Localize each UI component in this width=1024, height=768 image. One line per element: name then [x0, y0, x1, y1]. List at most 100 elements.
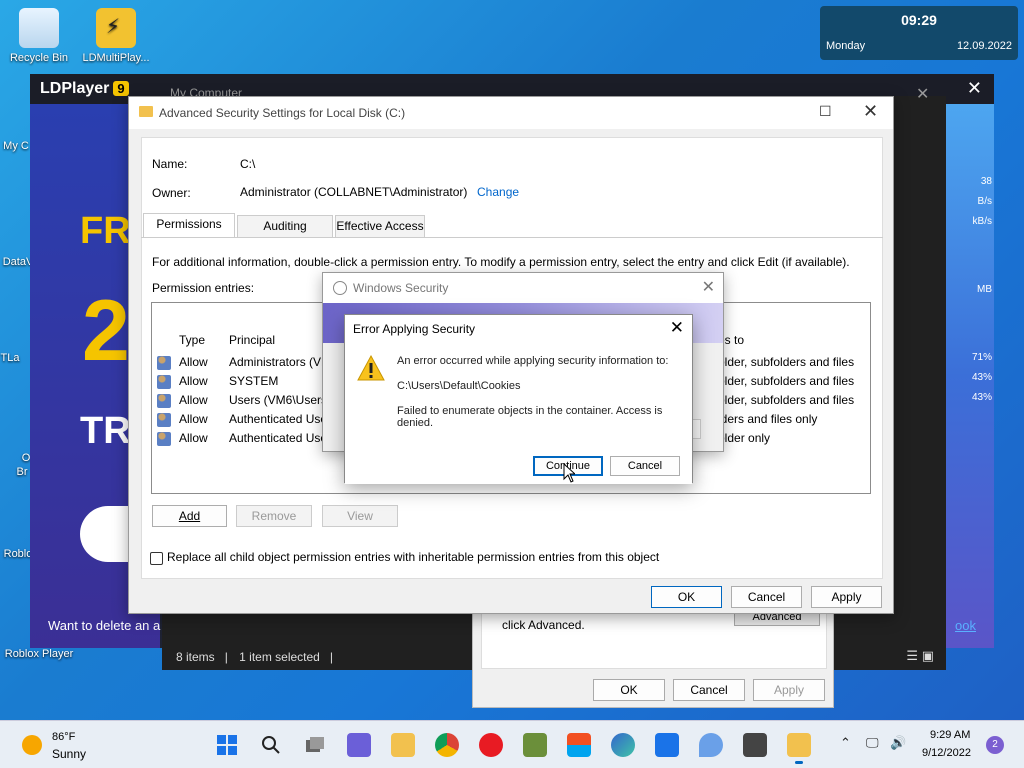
maximize-icon[interactable]: ☐	[819, 103, 832, 120]
cancel-button[interactable]: Cancel	[731, 586, 802, 608]
entry-applies: older, subfolders and files	[718, 355, 855, 369]
replace-checkbox[interactable]	[150, 552, 163, 565]
stat-value: 71%	[971, 352, 992, 363]
change-owner-link[interactable]: Change	[477, 185, 519, 199]
replace-label: Replace all child object permission entr…	[167, 550, 660, 564]
desktop-icon-label: LDMultiPlay...	[82, 52, 150, 64]
game-text-1: FR	[80, 210, 131, 252]
game-text-3: TR	[80, 410, 131, 452]
selected-count: 1 item selected	[239, 650, 320, 664]
name-label: Name:	[152, 157, 188, 171]
properties-dialog[interactable]: click Advanced. Advanced OK Cancel Apply	[472, 600, 834, 708]
close-icon[interactable]: ✕	[863, 101, 878, 122]
column-type[interactable]: Type	[179, 333, 205, 347]
desktop-icon-label: Recycle Bin	[9, 52, 69, 64]
taskbar-date[interactable]: 9/12/2022	[922, 747, 971, 759]
error-dialog[interactable]: Error Applying Security ✕ An error occur…	[344, 314, 693, 484]
explorer-close-icon[interactable]: ✕	[916, 84, 929, 104]
item-count: 8 items	[176, 650, 215, 664]
entry-type: Allow	[179, 412, 208, 426]
error-line-1: An error occurred while applying securit…	[397, 355, 669, 367]
ldmultiplayer-icon	[96, 8, 136, 48]
view-button[interactable]: View	[322, 505, 398, 527]
entry-type: Allow	[179, 393, 208, 407]
entry-applies: older, subfolders and files	[718, 374, 855, 388]
tiles-view-icon[interactable]: ▣	[922, 648, 934, 663]
entry-applies: older only	[718, 431, 771, 445]
error-cancel-button[interactable]: Cancel	[610, 456, 680, 476]
entry-type: Allow	[179, 374, 208, 388]
entry-type: Allow	[179, 431, 208, 445]
ldplayer-version-badge: 9	[113, 81, 129, 96]
search-icon[interactable]	[259, 733, 283, 757]
ok-button[interactable]: OK	[651, 586, 722, 608]
drop-icon[interactable]	[699, 733, 723, 757]
remove-button[interactable]: Remove	[236, 505, 312, 527]
folder-icon[interactable]	[787, 733, 811, 764]
tab-permissions[interactable]: Permissions	[143, 213, 235, 237]
folder-icon	[139, 106, 153, 117]
ldplayer-close-icon[interactable]: ✕	[967, 78, 982, 99]
taskbar: 86°F Sunny ⌃ 🖵 🔊 9:29 AM 9/12/2022 2	[0, 720, 1024, 768]
weather-desc[interactable]: Sunny	[52, 747, 86, 761]
file-explorer-icon[interactable]	[391, 733, 415, 757]
advanced-title: Advanced Security Settings for Local Dis…	[159, 106, 406, 120]
minecraft-icon[interactable]	[523, 733, 547, 757]
column-principal[interactable]: Principal	[229, 333, 275, 347]
view-toggle[interactable]: ☰ ▣	[906, 648, 934, 664]
start-icon[interactable]	[215, 733, 239, 757]
opera-icon[interactable]	[479, 733, 503, 757]
volume-icon[interactable]: 🔊	[890, 735, 906, 751]
entry-principal: Administrators (VM	[229, 355, 332, 369]
advanced-titlebar[interactable]: Advanced Security Settings for Local Dis…	[129, 97, 893, 129]
tab-auditing[interactable]: Auditing	[237, 215, 333, 237]
details-view-icon[interactable]: ☰	[906, 648, 918, 663]
edge-icon[interactable]	[611, 733, 635, 757]
weather-temp[interactable]: 86°F	[52, 731, 75, 743]
desktop-icon-recycle-bin[interactable]: Recycle Bin	[1, 8, 77, 64]
settings-icon[interactable]	[743, 733, 767, 757]
ldplayer-logo-text: LDPlayer	[40, 80, 110, 97]
users-icon	[157, 375, 171, 389]
chrome-icon[interactable]	[435, 733, 459, 757]
warning-icon	[357, 355, 385, 381]
mail-icon[interactable]	[655, 733, 679, 757]
chevron-up-icon[interactable]: ⌃	[840, 735, 851, 751]
error-close-icon[interactable]: ✕	[670, 318, 684, 338]
tab-effective-access[interactable]: Effective Access	[335, 215, 425, 237]
properties-cancel-button[interactable]: Cancel	[673, 679, 745, 701]
owner-value: Administrator (COLLABNET\Administrator)	[240, 185, 468, 199]
users-icon	[157, 356, 171, 370]
entry-applies: older, subfolders and files	[718, 393, 855, 407]
widget-time: 09:29	[901, 12, 937, 28]
task-view-icon[interactable]	[303, 733, 327, 757]
winsec-close-icon[interactable]: ✕	[702, 277, 715, 297]
apply-button[interactable]: Apply	[811, 586, 882, 608]
properties-ok-button[interactable]: OK	[593, 679, 665, 701]
winsec-titlebar[interactable]: Windows Security ✕	[323, 273, 723, 303]
weather-sun-icon[interactable]	[22, 735, 42, 755]
add-button[interactable]: Add	[152, 505, 227, 527]
ldplayer-bottom-link[interactable]: ook	[955, 618, 976, 633]
desktop-icon-roblox-player[interactable]: Roblox Player	[1, 648, 77, 660]
error-titlebar[interactable]: Error Applying Security ✕	[345, 315, 692, 343]
error-path: C:\Users\Default\Cookies	[397, 380, 521, 392]
properties-hint: click Advanced.	[502, 618, 585, 632]
network-icon[interactable]: 🖵	[866, 735, 879, 751]
store-icon[interactable]	[567, 733, 591, 757]
entry-principal: Authenticated Use	[229, 431, 328, 445]
entry-type: Allow	[179, 355, 208, 369]
info-text: For additional information, double-click…	[152, 255, 850, 269]
properties-apply-button[interactable]: Apply	[753, 679, 825, 701]
recycle-bin-icon	[19, 8, 59, 48]
ldplayer-brand: LDPlayer 9	[40, 80, 129, 98]
taskbar-time[interactable]: 9:29 AM	[930, 729, 970, 741]
name-value: C:\	[240, 157, 256, 171]
game-text-2: 2	[82, 283, 130, 379]
mouse-cursor-icon	[563, 463, 575, 483]
desktop-icon-ldmultiplayer[interactable]: LDMultiPlay...	[78, 8, 154, 64]
entry-applies: lders and files only	[718, 412, 818, 426]
widget-date: 12.09.2022	[956, 40, 1012, 52]
chat-icon[interactable]	[347, 733, 371, 757]
notification-badge[interactable]: 2	[986, 736, 1004, 754]
